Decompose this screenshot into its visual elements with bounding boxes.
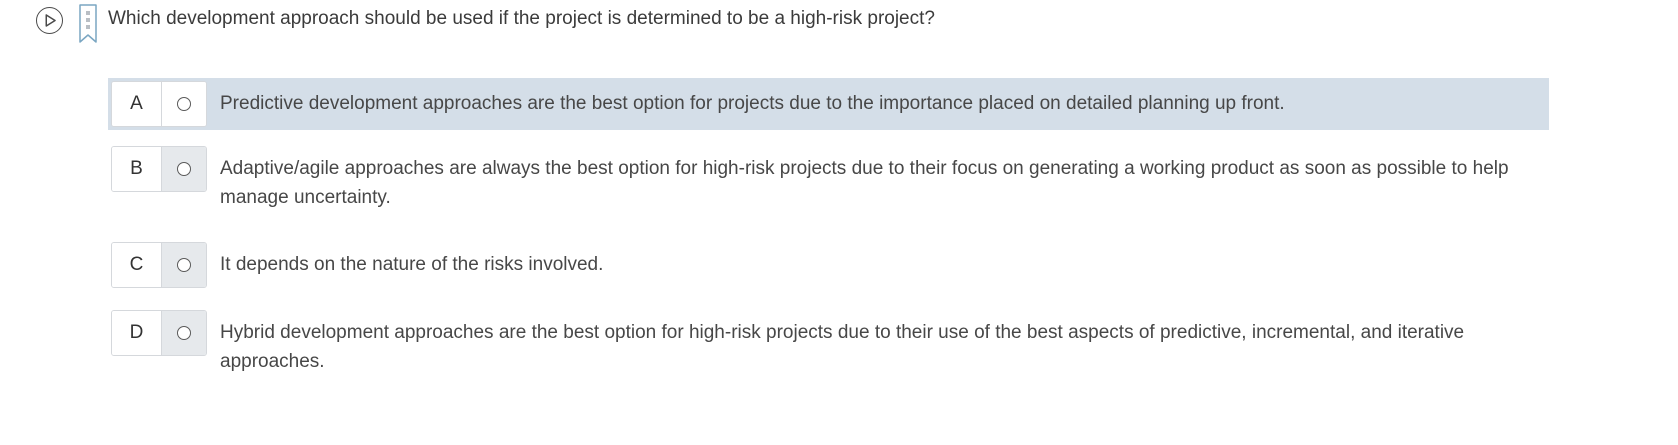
- option-selector[interactable]: C: [111, 242, 207, 288]
- bookmark-icon: [79, 4, 97, 43]
- radio-cell[interactable]: [162, 147, 206, 191]
- option-text: Predictive development approaches are th…: [220, 93, 1285, 114]
- answer-option-d[interactable]: D Hybrid development approaches are the …: [108, 308, 1549, 372]
- option-letter: B: [112, 147, 162, 191]
- radio-button[interactable]: [177, 258, 191, 272]
- radio-button[interactable]: [177, 97, 191, 111]
- option-text: Hybrid development approaches are the be…: [220, 322, 1465, 372]
- bookmark-button[interactable]: [78, 4, 98, 44]
- play-audio-button[interactable]: [36, 7, 63, 34]
- radio-cell[interactable]: [162, 311, 206, 355]
- option-text: Adaptive/agile approaches are always the…: [220, 158, 1509, 208]
- option-selector[interactable]: B: [111, 146, 207, 192]
- radio-cell[interactable]: [162, 82, 206, 126]
- option-letter: C: [112, 243, 162, 287]
- option-letter: A: [112, 82, 162, 126]
- option-selector[interactable]: A: [111, 81, 207, 127]
- answer-option-a[interactable]: A Predictive development approaches are …: [108, 78, 1549, 130]
- radio-cell[interactable]: [162, 243, 206, 287]
- answer-option-c[interactable]: C It depends on the nature of the risks …: [108, 240, 1549, 290]
- play-icon: [45, 14, 56, 27]
- option-selector[interactable]: D: [111, 310, 207, 356]
- radio-button[interactable]: [177, 162, 191, 176]
- answer-option-b[interactable]: B Adaptive/agile approaches are always t…: [108, 144, 1549, 208]
- option-text: It depends on the nature of the risks in…: [220, 254, 604, 275]
- question-text: Which development approach should be use…: [108, 8, 935, 29]
- radio-button[interactable]: [177, 326, 191, 340]
- option-letter: D: [112, 311, 162, 355]
